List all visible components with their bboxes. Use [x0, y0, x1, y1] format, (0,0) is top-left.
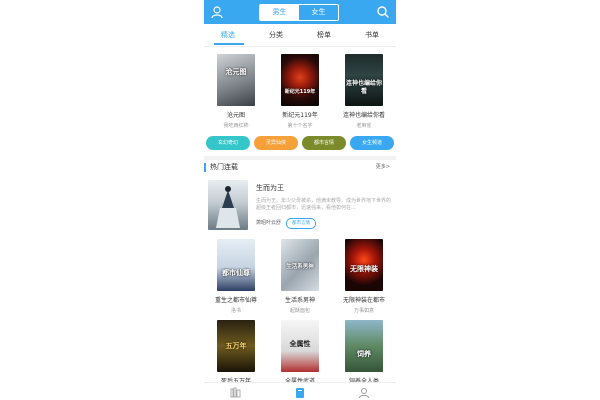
main-tabs: 精选 分类 榜单 书单 [204, 28, 396, 44]
active-tab-indicator [214, 43, 244, 45]
featured-tag[interactable]: 都市言情 [286, 218, 316, 229]
app-screen: 男生 女生 精选 分类 榜单 书单 沧元图 沧元图 我吃西红柿 新纪元119年 … [204, 0, 396, 400]
book-author: 起酥面包 [289, 308, 310, 314]
gender-toggle: 男生 女生 [259, 4, 339, 21]
more-link[interactable]: 更多> [376, 162, 390, 173]
book-author: 我吃西红柿 [223, 123, 249, 129]
cover-text: 无限神装 [350, 265, 378, 273]
tab-booklists[interactable]: 书单 [348, 28, 396, 44]
gender-tab-male[interactable]: 男生 [260, 5, 299, 20]
book-cover: 沧元图 [217, 54, 255, 106]
category-buttons: 玄幻奇幻 灵异仙侠 都市言情 女生频道 [204, 136, 396, 150]
category-button-urban[interactable]: 都市言情 [302, 136, 346, 150]
cover-text: 沧元图 [225, 68, 247, 76]
cover-text: 连神也编给你看 [345, 80, 382, 95]
book-card[interactable]: 生活系男神 生活系男神 起酥面包 [276, 239, 324, 314]
search-icon[interactable] [376, 5, 390, 19]
book-card[interactable]: 无限神装 无限神装在都市 万事如意 [340, 239, 388, 314]
featured-author: 萧昭叶云舒 [256, 220, 282, 226]
book-card[interactable]: 沧元图 沧元图 我吃西红柿 [212, 54, 260, 129]
featured-description: 生而为王。年少父母被杀，他满未教导。成为世界地下世界的超级王者回归都市，迅速强来… [256, 198, 392, 211]
book-card[interactable]: 全属性 全属性武道 [276, 320, 324, 385]
cover-text: 全属性 [289, 340, 311, 348]
tab-categories[interactable]: 分类 [252, 28, 300, 44]
cover-text: 五万年 [225, 342, 247, 350]
book-author: 万事如意 [353, 308, 374, 314]
tab-rankings[interactable]: 榜单 [300, 28, 348, 44]
category-button-xianxia[interactable]: 灵异仙侠 [254, 136, 298, 150]
category-button-female[interactable]: 女生频道 [350, 136, 394, 150]
section-title: 热门连载 [210, 163, 238, 171]
book-cover: 新纪元119年 [281, 54, 319, 106]
book-cover: 连神也编给你看 [345, 54, 383, 106]
section-accent-bar [204, 163, 206, 172]
book-author: 第十个名字 [287, 123, 313, 129]
book-title: 沧元图 [226, 112, 245, 119]
book-title: 重生之都市仙尊 [214, 297, 257, 304]
book-title: 新纪元119年 [282, 112, 318, 119]
featured-book-cover[interactable] [208, 180, 248, 230]
book-card[interactable]: 饲养 饲养全人类 [340, 320, 388, 385]
featured-title[interactable]: 生而为王 [256, 183, 284, 193]
cover-text: 饲养 [357, 350, 371, 358]
cover-text: 生活系男神 [286, 264, 314, 270]
book-card[interactable]: 五万年 死后五万年 [212, 320, 260, 385]
book-cover: 饲养 [345, 320, 383, 372]
book-title: 无限神装在都市 [342, 297, 385, 304]
book-title: 连神也编给你看 [342, 112, 385, 119]
book-cover: 无限神装 [345, 239, 383, 291]
book-author: 老麻雀 [356, 123, 372, 129]
book-title: 生活系男神 [284, 297, 315, 304]
bottom-nav [204, 382, 396, 400]
cover-text: 都市仙尊 [222, 269, 250, 277]
user-icon[interactable] [210, 5, 224, 19]
tab-featured[interactable]: 精选 [204, 28, 252, 44]
top-bar: 男生 女生 [204, 0, 396, 24]
bookshelf-icon[interactable] [230, 387, 242, 398]
profile-icon[interactable] [358, 387, 370, 398]
book-card[interactable]: 新纪元119年 新纪元119年 第十个名字 [276, 54, 324, 129]
section-separator [204, 156, 396, 160]
book-cover: 全属性 [281, 320, 319, 372]
book-card[interactable]: 都市仙尊 重生之都市仙尊 洛书 [212, 239, 260, 314]
cover-text: 新纪元119年 [284, 89, 316, 95]
book-cover: 生活系男神 [281, 239, 319, 291]
divider [204, 46, 396, 47]
book-author: 洛书 [230, 308, 241, 314]
book-city-icon[interactable] [294, 387, 306, 398]
book-card[interactable]: 连神也编给你看 连神也编给你看 老麻雀 [340, 54, 388, 129]
book-cover: 都市仙尊 [217, 239, 255, 291]
category-button-fantasy[interactable]: 玄幻奇幻 [206, 136, 250, 150]
gender-tab-female[interactable]: 女生 [299, 5, 338, 20]
hot-section-header: 热门连载 更多> [204, 162, 396, 174]
featured-cover-art [216, 186, 240, 228]
book-cover: 五万年 [217, 320, 255, 372]
